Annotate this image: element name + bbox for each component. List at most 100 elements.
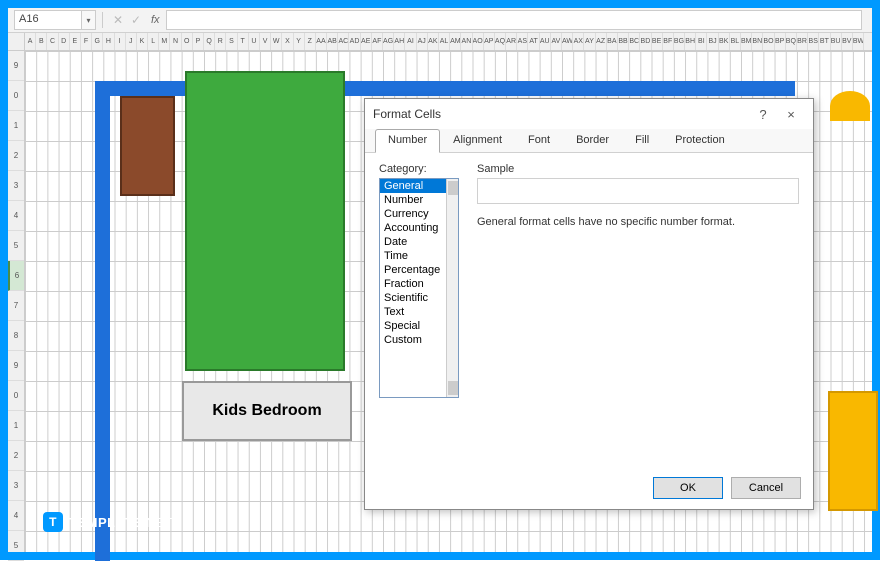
ok-button[interactable]: OK [653, 477, 723, 499]
column-header[interactable]: AJ [417, 33, 428, 50]
column-header[interactable]: BJ [707, 33, 718, 50]
column-header[interactable]: BG [674, 33, 685, 50]
column-header[interactable]: AL [439, 33, 450, 50]
formula-bar[interactable] [166, 10, 862, 30]
column-header[interactable]: AO [473, 33, 484, 50]
name-box-dropdown[interactable]: ▾ [82, 10, 96, 30]
column-header[interactable]: AV [551, 33, 562, 50]
select-all-corner[interactable] [8, 33, 25, 50]
column-header[interactable]: BW [853, 33, 864, 50]
column-header[interactable]: M [159, 33, 170, 50]
row-header[interactable]: 8 [8, 321, 24, 351]
name-box[interactable]: A16 [14, 10, 82, 30]
row-header[interactable]: 6 [8, 261, 24, 291]
column-header[interactable]: BT [819, 33, 830, 50]
column-header[interactable]: AW [562, 33, 573, 50]
column-header[interactable]: E [70, 33, 81, 50]
column-header[interactable]: AH [394, 33, 405, 50]
column-header[interactable]: Q [204, 33, 215, 50]
column-header[interactable]: AZ [596, 33, 607, 50]
column-header[interactable]: F [81, 33, 92, 50]
cancel-button[interactable]: Cancel [731, 477, 801, 499]
column-header[interactable]: N [170, 33, 181, 50]
cancel-formula-icon[interactable]: ✕ [109, 13, 127, 27]
column-header[interactable]: AY [584, 33, 595, 50]
column-header[interactable]: B [36, 33, 47, 50]
column-header[interactable]: BK [719, 33, 730, 50]
column-header[interactable]: BB [618, 33, 629, 50]
column-header[interactable]: BM [741, 33, 752, 50]
column-header[interactable]: AR [506, 33, 517, 50]
column-header[interactable]: O [182, 33, 193, 50]
scrollbar[interactable] [446, 179, 458, 397]
column-header[interactable]: AI [405, 33, 416, 50]
column-header[interactable]: BU [831, 33, 842, 50]
row-header[interactable]: 0 [8, 81, 24, 111]
column-header[interactable]: AM [450, 33, 461, 50]
row-header[interactable]: 1 [8, 411, 24, 441]
fx-icon[interactable]: fx [151, 14, 160, 26]
column-header[interactable]: H [103, 33, 114, 50]
column-header[interactable]: AS [517, 33, 528, 50]
column-header[interactable]: AG [383, 33, 394, 50]
column-header[interactable]: AB [327, 33, 338, 50]
row-header[interactable]: 5 [8, 231, 24, 261]
row-header[interactable]: 4 [8, 501, 24, 531]
dialog-titlebar[interactable]: Format Cells ? × [365, 99, 813, 129]
column-header[interactable]: BC [629, 33, 640, 50]
column-header[interactable]: BE [652, 33, 663, 50]
tab-fill[interactable]: Fill [622, 129, 662, 152]
column-header[interactable]: BN [752, 33, 763, 50]
column-header[interactable]: AC [338, 33, 349, 50]
column-header[interactable]: BQ [786, 33, 797, 50]
column-header[interactable]: BS [808, 33, 819, 50]
close-button[interactable]: × [777, 107, 805, 122]
column-header[interactable]: AA [316, 33, 327, 50]
column-header[interactable]: AF [372, 33, 383, 50]
column-header[interactable]: AD [349, 33, 360, 50]
row-header[interactable]: 0 [8, 381, 24, 411]
tab-number[interactable]: Number [375, 129, 440, 153]
room-label[interactable]: Kids Bedroom [182, 381, 352, 441]
column-header[interactable]: BP [775, 33, 786, 50]
row-header[interactable]: 2 [8, 441, 24, 471]
row-header[interactable]: 9 [8, 351, 24, 381]
column-header[interactable]: AU [540, 33, 551, 50]
scroll-up-icon[interactable] [448, 181, 458, 195]
column-header[interactable]: Y [294, 33, 305, 50]
column-header[interactable]: T [238, 33, 249, 50]
tab-alignment[interactable]: Alignment [440, 129, 515, 152]
category-list[interactable]: GeneralNumberCurrencyAccountingDateTimeP… [379, 178, 459, 398]
column-header[interactable]: BA [607, 33, 618, 50]
row-header[interactable]: 3 [8, 471, 24, 501]
column-header[interactable]: K [137, 33, 148, 50]
column-header[interactable]: X [282, 33, 293, 50]
column-header[interactable]: I [115, 33, 126, 50]
column-header[interactable]: J [126, 33, 137, 50]
column-header[interactable]: BV [842, 33, 853, 50]
column-header[interactable]: U [249, 33, 260, 50]
column-header[interactable]: AN [461, 33, 472, 50]
column-header[interactable]: S [226, 33, 237, 50]
column-header[interactable]: BL [730, 33, 741, 50]
row-header[interactable]: 2 [8, 141, 24, 171]
row-header[interactable]: 1 [8, 111, 24, 141]
column-header[interactable]: BI [696, 33, 707, 50]
column-header[interactable]: AT [528, 33, 539, 50]
enter-formula-icon[interactable]: ✓ [127, 13, 145, 27]
column-header[interactable]: AQ [495, 33, 506, 50]
column-header[interactable]: AK [428, 33, 439, 50]
row-header[interactable]: 5 [8, 531, 24, 561]
tab-protection[interactable]: Protection [662, 129, 738, 152]
column-header[interactable]: Z [305, 33, 316, 50]
column-header[interactable]: AE [361, 33, 372, 50]
column-header[interactable]: G [92, 33, 103, 50]
column-header[interactable]: AX [573, 33, 584, 50]
column-header[interactable]: BF [663, 33, 674, 50]
row-header[interactable]: 7 [8, 291, 24, 321]
column-header[interactable]: V [260, 33, 271, 50]
column-header[interactable]: P [193, 33, 204, 50]
tab-font[interactable]: Font [515, 129, 563, 152]
scroll-down-icon[interactable] [448, 381, 458, 395]
column-header[interactable]: W [271, 33, 282, 50]
